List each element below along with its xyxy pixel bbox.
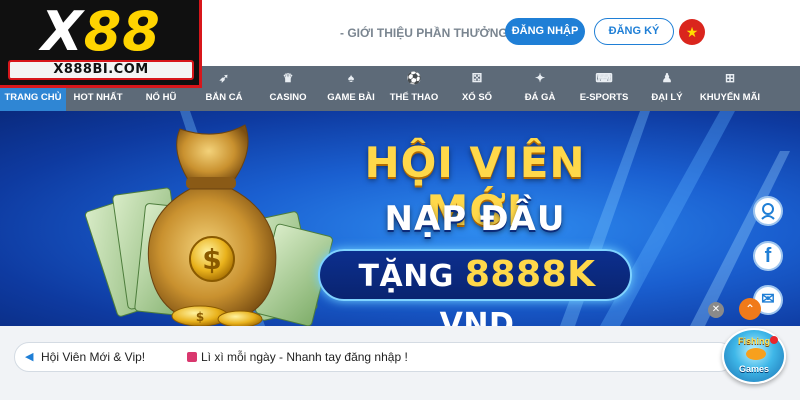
logo-domain: X888BI.COM: [8, 60, 194, 80]
rooster-icon: ✦: [534, 71, 546, 85]
nav-label: CASINO: [269, 92, 307, 103]
bonus-text: TẶNG 8888K VND: [358, 254, 596, 326]
promo-banner[interactable]: $ $ HỘI VIÊN MỚI NẠP ĐẦU TẶNG 8888K VND: [0, 111, 800, 326]
scroll-top-icon[interactable]: ⌃: [739, 298, 761, 320]
nav-label: XỔ SỐ: [461, 92, 493, 103]
nav-label: HOT NHẤT: [73, 92, 123, 103]
speaker-icon: ◀: [25, 351, 34, 363]
nav-item-esports[interactable]: ⌨ E-SPORTS: [572, 66, 636, 111]
announcement-area: ◀ Hội Viên Mới & Vip! Lì xì mỗi ngày - N…: [0, 326, 800, 400]
nav-label: ĐÁ GÀ: [524, 92, 556, 103]
close-icon[interactable]: ✕: [708, 302, 724, 318]
money-bag: $: [147, 124, 277, 324]
nav-item-lottery[interactable]: ⚄ XỔ SỐ: [446, 66, 508, 111]
bonus-amount: 8888K: [464, 254, 596, 295]
nav-item-card-games[interactable]: ♠ GAME BÀI: [320, 66, 382, 111]
dealer-icon: ♛: [282, 71, 294, 85]
facebook-icon[interactable]: f: [753, 241, 783, 271]
nav-label: E-SPORTS: [579, 92, 629, 103]
gamepad-icon: ⌨: [595, 71, 613, 85]
agent-icon: ♟: [661, 71, 673, 85]
register-button[interactable]: ĐĂNG KÝ: [594, 18, 674, 45]
nav-label: THỂ THAO: [389, 92, 439, 103]
nav-label: GAME BÀI: [327, 92, 375, 103]
coin-dollar-sign: $: [196, 310, 204, 324]
nav-item-casino[interactable]: ♛ CASINO: [256, 66, 320, 111]
logo-wordmark: X88: [41, 0, 161, 63]
vietnam-flag-icon[interactable]: ★: [679, 19, 705, 45]
notification-dot: [770, 336, 778, 344]
lottery-icon: ⚄: [471, 71, 483, 85]
red-envelope-icon: [187, 352, 197, 362]
gift-icon: ⊞: [724, 71, 736, 85]
site-header: X88 X888BI.COM - GIỚI THIỆU PHẦN THƯỞNG …: [0, 0, 800, 88]
nav-item-promotions[interactable]: ⊞ KHUYẾN MÃI: [698, 66, 762, 111]
rewards-intro-link[interactable]: - GIỚI THIỆU PHẦN THƯỞNG: [340, 23, 508, 43]
nav-item-agent[interactable]: ♟ ĐẠI LÝ: [636, 66, 698, 111]
nav-label: KHUYẾN MÃI: [699, 92, 761, 103]
nav-label: NỔ HŨ: [145, 92, 177, 103]
site-logo[interactable]: X88 X888BI.COM: [0, 0, 202, 88]
bag-dollar-sign: $: [202, 243, 221, 276]
banner-bonus-pill: TẶNG 8888K VND: [318, 249, 632, 326]
announcement-text-1: Hội Viên Mới & Vip!: [41, 350, 146, 364]
announcement-marquee: ◀ Hội Viên Mới & Vip! Lì xì mỗi ngày - N…: [14, 342, 734, 372]
banner-subheadline: NẠP ĐẦU: [384, 199, 566, 239]
nav-label: ĐẠI LÝ: [651, 92, 683, 103]
nav-label: TRANG CHỦ: [4, 92, 62, 103]
fish-icon: [746, 348, 766, 360]
nav-label: BẮN CÁ: [205, 92, 243, 103]
support-agent-icon[interactable]: [753, 196, 783, 226]
announcement-text-2: Lì xì mỗi ngày - Nhanh tay đăng nhập !: [201, 350, 408, 364]
login-button[interactable]: ĐĂNG NHẬP: [505, 18, 585, 45]
nav-item-sports[interactable]: ⚽ THỂ THAO: [382, 66, 446, 111]
soccer-ball-icon: ⚽: [406, 71, 422, 85]
badge-subtitle: Games: [738, 364, 770, 374]
nav-item-cockfight[interactable]: ✦ ĐÁ GÀ: [508, 66, 572, 111]
cards-icon: ♠: [347, 71, 355, 85]
